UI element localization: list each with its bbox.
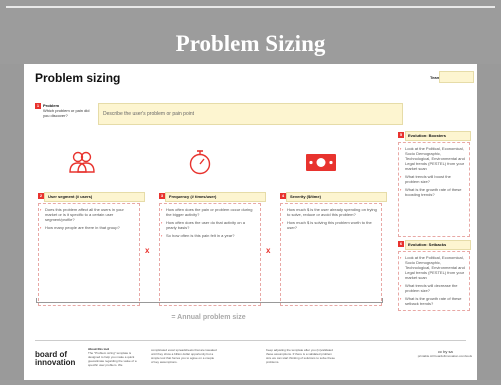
footer-text-2: complicated excel spreadsheets that are …	[151, 348, 217, 364]
hint-item: What is the growth rate of these boostin…	[400, 187, 465, 197]
problem-question: Which problem or pain did you discover?	[43, 108, 90, 118]
hint-item: How often does the user do that activity…	[161, 220, 256, 230]
frame-bottom	[0, 380, 501, 385]
user-segment-column: 2 User segment (# users) Does this probl…	[38, 192, 145, 306]
footer-divider	[35, 340, 466, 341]
hint-item: What is the growth rate of these setback…	[400, 296, 465, 306]
hint-item: What trends will boost the problem size?	[400, 174, 465, 184]
frequency-column: 3 Frequency (# times/user) How often doe…	[159, 192, 266, 306]
money-icon	[306, 154, 336, 171]
multiply-sign: x	[266, 246, 271, 255]
hint-item: Look at the Political, Economical, Socio…	[400, 146, 465, 171]
hint-item: So how often is this pain felt in a year…	[161, 233, 256, 238]
sum-bracket	[36, 298, 383, 303]
hint-item: How many people are there in that group?	[40, 225, 135, 230]
problem-number-badge: 1	[35, 103, 41, 109]
about-text: The "Problem sizing" template is designe…	[88, 351, 137, 367]
footer-text-3: Keep adjusting the template after you (i…	[266, 348, 335, 364]
problem-placeholder: Describe the user's problem or pain poin…	[103, 111, 195, 117]
user-segment-header[interactable]: User segment (# users)	[44, 192, 145, 202]
hint-item: How much $ is solving this problem worth…	[282, 220, 377, 230]
problem-field[interactable]: Describe the user's problem or pain poin…	[98, 103, 403, 125]
hint-item: Does this problem affect all the users i…	[40, 207, 135, 222]
team-field[interactable]	[439, 71, 474, 83]
annual-problem-size-label: = Annual problem size	[171, 314, 246, 321]
step-number-badge: 5	[398, 132, 404, 138]
template-sheet: Problem sizing Team 1 Problem Which prob…	[24, 64, 477, 380]
group-icon	[69, 151, 95, 173]
hint-item: How often does the pain or problem occur…	[161, 207, 256, 217]
frequency-header[interactable]: Frequency (# times/user)	[165, 192, 266, 202]
step-number-badge: 6	[398, 241, 404, 247]
user-segment-field[interactable]: Does this problem affect all the users i…	[38, 203, 140, 306]
logo-line-2: innovation	[35, 358, 76, 367]
hint-item: Look at the Political, Economical, Socio…	[400, 255, 465, 280]
license-text: printable A3 boardofinnovation.com/tools	[417, 354, 472, 358]
banner-title: Problem Sizing	[175, 31, 326, 56]
hint-item: What trends will decrease the problem si…	[400, 283, 465, 293]
severity-column: 4 Severity ($/time) How much $ is the us…	[280, 192, 387, 306]
severity-field[interactable]: How much $ is the user already spending …	[280, 203, 382, 306]
frequency-field[interactable]: How often does the pain or problem occur…	[159, 203, 261, 306]
boosters-header[interactable]: Evolution: Boosters	[405, 131, 471, 141]
multiply-sign: x	[145, 246, 150, 255]
severity-header[interactable]: Severity ($/time)	[286, 192, 387, 202]
board-of-innovation-logo: board of innovation	[35, 351, 75, 367]
setbacks-header[interactable]: Evolution: Setbacks	[405, 240, 471, 250]
page-title: Problem sizing	[35, 71, 121, 85]
hint-item: How much $ is the user already spending …	[282, 207, 377, 217]
boosters-field[interactable]: Look at the Political, Economical, Socio…	[398, 142, 470, 237]
timer-icon	[189, 150, 211, 175]
frame-divider	[6, 6, 495, 8]
setbacks-field[interactable]: Look at the Political, Economical, Socio…	[398, 251, 470, 311]
